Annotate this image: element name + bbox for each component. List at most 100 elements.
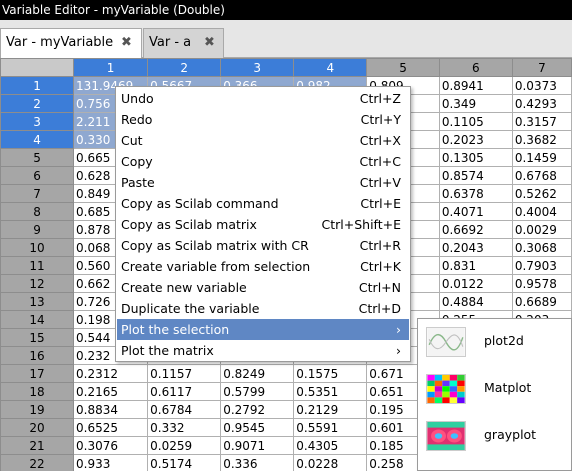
row-header[interactable]: 3 — [0, 112, 75, 131]
menu-item-create-variable-from-selection[interactable]: Create variable from selection Ctrl+K — [117, 256, 409, 277]
table-cell[interactable]: 0.1105 — [438, 112, 513, 131]
table-cell[interactable]: 0.6117 — [147, 382, 222, 401]
menu-item-plot-the-selection[interactable]: Plot the selection › — [117, 319, 409, 340]
column-header[interactable]: 5 — [366, 58, 440, 77]
menu-item-copy[interactable]: Copy Ctrl+C — [117, 151, 409, 172]
table-cell[interactable]: 0.3068 — [511, 238, 572, 257]
menu-item-undo[interactable]: Undo Ctrl+Z — [117, 88, 409, 109]
table-cell[interactable]: 0.8834 — [73, 400, 149, 419]
row-header[interactable]: 14 — [0, 310, 75, 329]
table-cell[interactable]: 0.6692 — [438, 220, 513, 239]
row-header[interactable]: 9 — [0, 220, 75, 239]
row-header[interactable]: 19 — [0, 400, 75, 419]
table-cell[interactable]: 0.2129 — [293, 400, 368, 419]
close-icon[interactable]: ✖ — [204, 29, 215, 57]
table-cell[interactable]: 0.8249 — [220, 364, 295, 383]
table-cell[interactable]: 0.6378 — [438, 184, 513, 203]
table-cell[interactable]: 0.5351 — [293, 382, 368, 401]
row-header[interactable]: 21 — [0, 436, 75, 455]
table-cell[interactable]: 0.6768 — [511, 166, 572, 185]
table-cell[interactable]: 0.6784 — [147, 400, 222, 419]
close-icon[interactable]: ✖ — [121, 29, 132, 57]
row-header[interactable]: 2 — [0, 94, 75, 113]
table-cell[interactable]: 0.1575 — [293, 364, 368, 383]
table-cell[interactable]: 0.9071 — [220, 436, 295, 455]
table-cell[interactable]: 0.8941 — [438, 76, 513, 95]
column-header[interactable]: 7 — [511, 58, 572, 77]
table-cell[interactable]: 0.4071 — [438, 202, 513, 221]
table-cell[interactable]: 0.336 — [220, 454, 295, 471]
table-cell[interactable]: 0.9578 — [511, 274, 572, 293]
menu-item-duplicate-the-variable[interactable]: Duplicate the variable Ctrl+D — [117, 298, 409, 319]
table-cell[interactable]: 0.5262 — [511, 184, 572, 203]
table-cell[interactable]: 0.2043 — [438, 238, 513, 257]
table-cell[interactable]: 0.6689 — [511, 292, 572, 311]
table-cell[interactable]: 0.3157 — [511, 112, 572, 131]
row-header[interactable]: 1 — [0, 76, 75, 95]
row-header[interactable]: 5 — [0, 148, 75, 167]
menu-item-cut[interactable]: Cut Ctrl+X — [117, 130, 409, 151]
menu-item-plot-the-matrix[interactable]: Plot the matrix › — [117, 340, 409, 361]
row-header[interactable]: 11 — [0, 256, 75, 275]
menu-item-copy-as-scilab-command[interactable]: Copy as Scilab command Ctrl+E — [117, 193, 409, 214]
grid-corner[interactable] — [0, 58, 75, 77]
menu-item-create-new-variable[interactable]: Create new variable Ctrl+N — [117, 277, 409, 298]
table-cell[interactable]: 0.1459 — [511, 148, 572, 167]
row-header[interactable]: 15 — [0, 328, 75, 347]
table-cell[interactable]: 0.4004 — [511, 202, 572, 221]
table-cell[interactable]: 0.5174 — [147, 454, 222, 471]
row-header[interactable]: 6 — [0, 166, 75, 185]
table-cell[interactable]: 0.4293 — [511, 94, 572, 113]
column-header[interactable]: 4 — [293, 58, 368, 77]
tab-var-a[interactable]: Var - a ✖ — [143, 28, 224, 58]
row-header[interactable]: 13 — [0, 292, 75, 311]
tab-myvariable[interactable]: Var - myVariable ✖ — [0, 28, 142, 59]
table-cell[interactable]: 0.5799 — [220, 382, 295, 401]
table-cell[interactable]: 0.332 — [147, 418, 222, 437]
table-cell[interactable]: 0.831 — [438, 256, 513, 275]
row-header[interactable]: 4 — [0, 130, 75, 149]
submenu-item-grayplot[interactable]: grayplot — [418, 413, 571, 460]
table-cell[interactable]: 0.1157 — [147, 364, 222, 383]
column-header[interactable]: 2 — [147, 58, 222, 77]
column-header[interactable]: 3 — [220, 58, 295, 77]
table-cell[interactable]: 0.0259 — [147, 436, 222, 455]
row-header[interactable]: 16 — [0, 346, 75, 365]
submenu-item-plot2d[interactable]: plot2d — [418, 319, 571, 366]
row-header[interactable]: 7 — [0, 184, 75, 203]
column-header[interactable]: 1 — [73, 58, 149, 77]
menu-item-paste[interactable]: Paste Ctrl+V — [117, 172, 409, 193]
table-cell[interactable]: 0.4884 — [438, 292, 513, 311]
row-header[interactable]: 20 — [0, 418, 75, 437]
table-cell[interactable]: 0.8574 — [438, 166, 513, 185]
menu-item-copy-as-scilab-matrix-with-cr[interactable]: Copy as Scilab matrix with CR Ctrl+R — [117, 235, 409, 256]
table-cell[interactable]: 0.9545 — [220, 418, 295, 437]
table-cell[interactable]: 0.349 — [438, 94, 513, 113]
row-header[interactable]: 8 — [0, 202, 75, 221]
row-header[interactable]: 17 — [0, 364, 75, 383]
table-cell[interactable]: 0.4305 — [293, 436, 368, 455]
menu-item-redo[interactable]: Redo Ctrl+Y — [117, 109, 409, 130]
table-cell[interactable]: 0.933 — [73, 454, 149, 471]
table-cell[interactable]: 0.2312 — [73, 364, 149, 383]
table-cell[interactable]: 0.3076 — [73, 436, 149, 455]
table-cell[interactable]: 0.0029 — [511, 220, 572, 239]
table-cell[interactable]: 0.6525 — [73, 418, 149, 437]
row-header[interactable]: 12 — [0, 274, 75, 293]
table-cell[interactable]: 0.2792 — [220, 400, 295, 419]
table-cell[interactable]: 0.5591 — [293, 418, 368, 437]
column-header[interactable]: 6 — [438, 58, 513, 77]
row-header[interactable]: 10 — [0, 238, 75, 257]
table-cell[interactable]: 0.2023 — [438, 130, 513, 149]
table-cell[interactable]: 0.7903 — [511, 256, 572, 275]
table-cell[interactable]: 0.0122 — [438, 274, 513, 293]
menu-item-copy-as-scilab-matrix[interactable]: Copy as Scilab matrix Ctrl+Shift+E — [117, 214, 409, 235]
table-cell[interactable]: 0.3682 — [511, 130, 572, 149]
row-header[interactable]: 18 — [0, 382, 75, 401]
table-cell[interactable]: 0.1305 — [438, 148, 513, 167]
table-cell[interactable]: 0.0373 — [511, 76, 572, 95]
table-cell[interactable]: 0.2165 — [73, 382, 149, 401]
table-cell[interactable]: 0.0228 — [293, 454, 368, 471]
submenu-item-matplot[interactable]: Matplot — [418, 366, 571, 413]
row-header[interactable]: 22 — [0, 454, 75, 471]
